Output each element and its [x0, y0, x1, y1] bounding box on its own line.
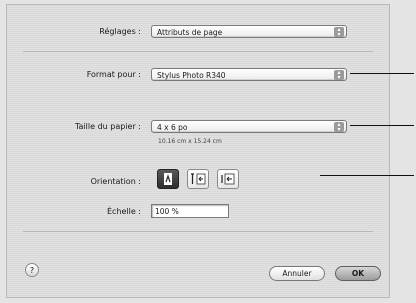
- orientation-portrait-button[interactable]: [157, 169, 179, 189]
- updown-arrows-icon: ▴ ▾: [334, 122, 344, 133]
- settings-popup[interactable]: Attributs de page ▴ ▾: [151, 25, 347, 38]
- cancel-button[interactable]: Annuler: [269, 266, 325, 281]
- updown-arrows-icon: ▴ ▾: [334, 70, 344, 81]
- help-button[interactable]: ?: [25, 263, 39, 277]
- orientation-label: Orientation :: [90, 177, 141, 186]
- portrait-icon: [164, 173, 172, 185]
- settings-label: Réglages :: [99, 27, 141, 36]
- landscape-left-icon: [191, 173, 206, 185]
- orientation-landscape-left-button[interactable]: [187, 169, 209, 189]
- orientation-landscape-right-button[interactable]: [217, 169, 239, 189]
- paper-dimensions: 10.16 cm x 15.24 cm: [158, 138, 222, 145]
- updown-arrows-icon: ▴ ▾: [334, 27, 344, 38]
- paper-size-popup[interactable]: 4 x 6 po ▴ ▾: [151, 120, 347, 133]
- paper-size-value: 4 x 6 po: [157, 123, 188, 132]
- separator-bottom: [23, 231, 373, 232]
- format-for-popup[interactable]: Stylus Photo R340 ▴ ▾: [151, 68, 347, 81]
- paper-size-label: Taille du papier :: [74, 122, 141, 131]
- format-value: Stylus Photo R340: [157, 71, 226, 80]
- callout-line-format: [350, 73, 414, 74]
- help-icon: ?: [29, 266, 35, 275]
- scale-label: Échelle :: [106, 207, 141, 216]
- callout-line-orientation: [320, 175, 414, 176]
- separator-top: [23, 51, 373, 52]
- scale-input[interactable]: 100 %: [151, 204, 229, 218]
- settings-value: Attributs de page: [157, 28, 223, 37]
- format-label: Format pour :: [86, 70, 141, 79]
- callout-line-paper-size: [350, 125, 414, 126]
- ok-button[interactable]: OK: [335, 266, 381, 281]
- page-setup-dialog: Réglages : Attributs de page ▴ ▾ Format p…: [6, 4, 390, 298]
- landscape-right-icon: [221, 173, 235, 185]
